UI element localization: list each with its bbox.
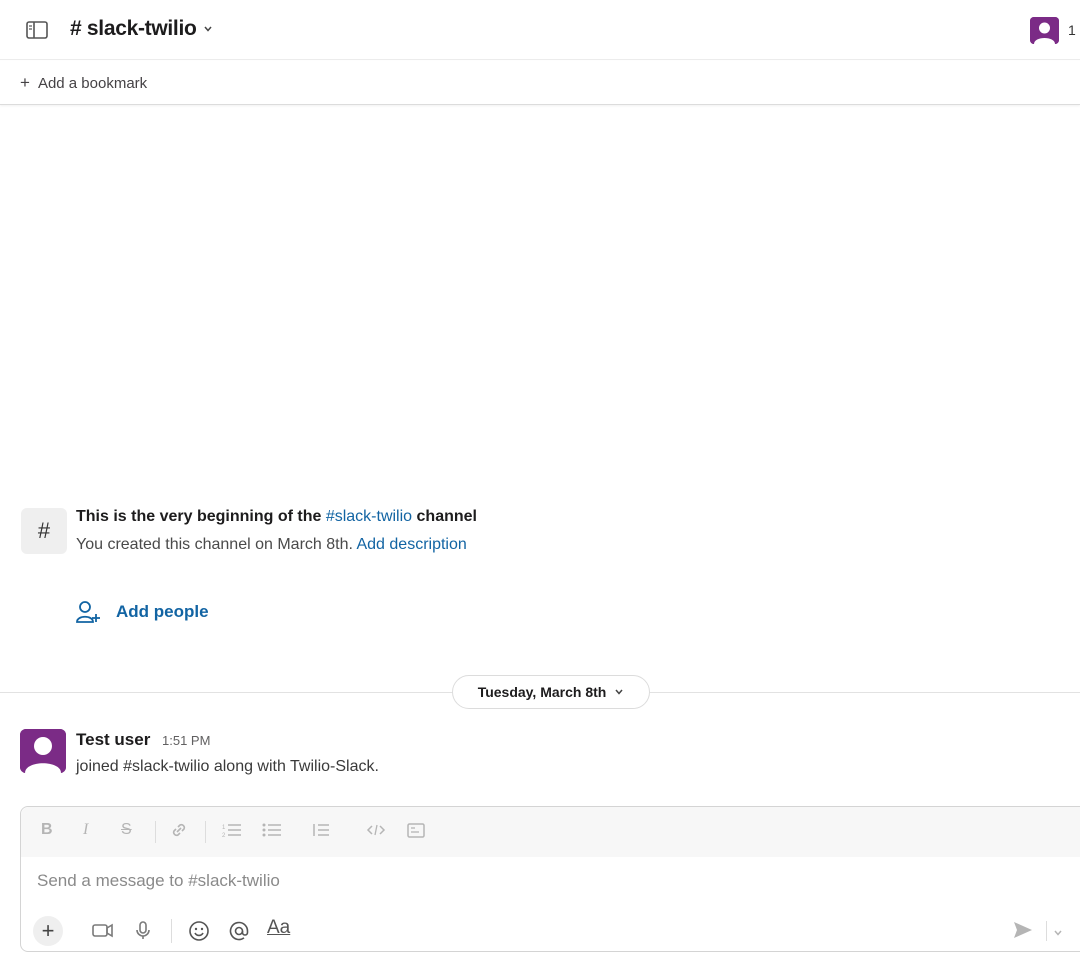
bookmark-bar: + Add a bookmark xyxy=(0,61,1080,105)
add-bookmark-label: Add a bookmark xyxy=(37,74,148,92)
add-description-link[interactable]: Add description xyxy=(356,536,466,553)
code-block-icon[interactable] xyxy=(405,821,427,844)
message-input[interactable] xyxy=(37,871,937,891)
add-people-label: Add people xyxy=(116,602,209,621)
svg-text:1: 1 xyxy=(222,825,226,831)
message-body: joined #slack-twilio along with Twilio-S… xyxy=(76,758,379,775)
message-timestamp[interactable]: 1:51 PM xyxy=(162,733,210,748)
video-clip-icon[interactable] xyxy=(91,919,115,946)
add-person-icon xyxy=(76,601,100,623)
plus-icon: + xyxy=(41,918,55,943)
sidebar-toggle-icon[interactable] xyxy=(26,21,48,39)
message-avatar[interactable] xyxy=(20,729,66,773)
toolbar-separator xyxy=(155,821,156,843)
toolbar-separator xyxy=(171,919,172,943)
text-format-icon[interactable]: Aa xyxy=(267,917,290,939)
channel-hash-icon: # xyxy=(21,508,67,554)
italic-button[interactable]: I xyxy=(83,821,88,839)
formatting-toolbar: B I S 1 2 xyxy=(21,807,1080,857)
chevron-down-icon xyxy=(203,26,212,32)
channel-title-button[interactable]: # slack-twilio xyxy=(70,17,213,41)
channel-name: # slack-twilio xyxy=(70,17,197,40)
members-avatar[interactable] xyxy=(1030,17,1059,44)
attach-plus-button[interactable]: + xyxy=(33,916,63,946)
bold-button[interactable]: B xyxy=(41,821,53,839)
add-bookmark-button[interactable]: + Add a bookmark xyxy=(20,73,147,93)
user-avatar-icon xyxy=(20,729,66,773)
code-icon[interactable] xyxy=(365,821,387,844)
intro-title-prefix: This is the very beginning of the xyxy=(76,508,322,525)
intro-subtitle: You created this channel on March 8th. A… xyxy=(76,536,467,554)
strikethrough-button[interactable]: S xyxy=(121,821,132,839)
plus-icon: + xyxy=(20,73,30,92)
intro-title-suffix: channel xyxy=(416,508,477,525)
emoji-icon[interactable] xyxy=(187,919,211,948)
message-author[interactable]: Test user xyxy=(76,730,150,750)
channel-header: # slack-twilio 1 xyxy=(0,0,1080,60)
message-composer: B I S 1 2 Send a message to #slack-twili… xyxy=(20,806,1080,952)
member-count[interactable]: 1 xyxy=(1068,22,1076,38)
mention-icon[interactable] xyxy=(227,919,251,948)
link-icon[interactable] xyxy=(169,821,189,844)
toolbar-separator xyxy=(1046,921,1047,941)
date-divider-button[interactable]: Tuesday, March 8th xyxy=(452,675,650,709)
svg-text:2: 2 xyxy=(222,833,226,839)
toolbar-separator xyxy=(205,821,206,843)
date-label: Tuesday, March 8th xyxy=(477,684,607,700)
add-people-button[interactable]: Add people xyxy=(76,600,209,624)
send-icon[interactable] xyxy=(1011,919,1035,946)
indent-list-icon[interactable] xyxy=(311,821,333,844)
created-text: You created this channel on March 8th. xyxy=(76,536,353,553)
intro-channel-link[interactable]: #slack-twilio xyxy=(326,508,412,525)
send-options-chevron-icon[interactable] xyxy=(1053,925,1063,943)
chevron-down-icon xyxy=(615,689,623,695)
ordered-list-icon[interactable]: 1 2 xyxy=(221,821,243,844)
bulleted-list-icon[interactable] xyxy=(261,821,283,844)
intro-title: This is the very beginning of the #slack… xyxy=(76,508,477,526)
user-avatar-icon xyxy=(1030,17,1059,44)
microphone-icon[interactable] xyxy=(133,919,153,946)
